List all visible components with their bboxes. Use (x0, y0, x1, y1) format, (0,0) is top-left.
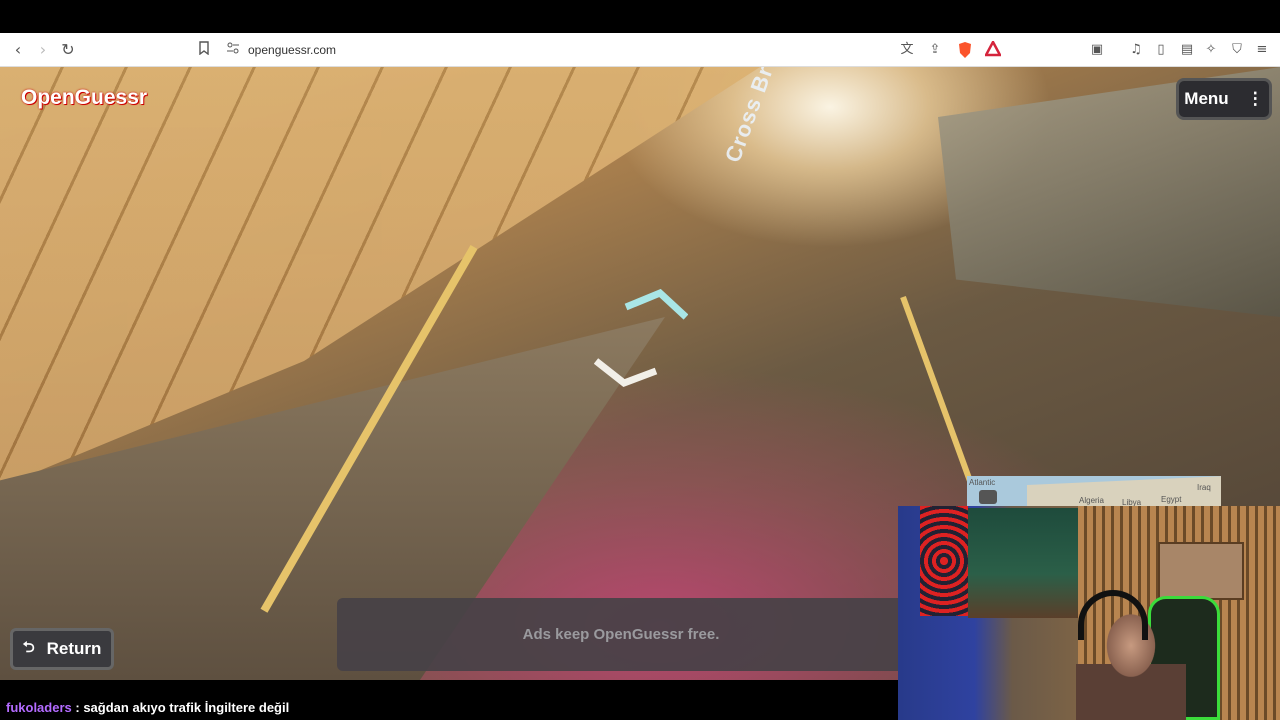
wall-painting (968, 508, 1078, 618)
map-label-iraq: Iraq (1197, 483, 1211, 492)
hamburger-menu-icon[interactable]: ≡ (1253, 41, 1271, 59)
menu-label: Menu (1184, 89, 1229, 108)
brave-rewards-icon[interactable] (983, 39, 1003, 59)
return-arrow-icon: ⮌ (22, 637, 35, 656)
reader-mode-icon[interactable]: ▣ (1088, 41, 1106, 59)
back-icon[interactable]: ‹ (8, 40, 28, 60)
ad-text: Ads keep OpenGuessr free. (522, 626, 720, 643)
leo-ai-icon[interactable]: ✧ (1202, 41, 1220, 59)
url-text[interactable]: openguessr.com (248, 43, 336, 57)
cork-board (1158, 542, 1244, 600)
sidebar-icon[interactable]: ▯ (1152, 41, 1170, 59)
map-label-ocean: Atlantic (969, 478, 996, 487)
map-label-egypt: Egypt (1161, 495, 1182, 504)
translate-icon[interactable]: 文 (898, 41, 916, 59)
browser-toolbar: ‹ › ↻ openguessr.com 文 ⇪ ▣ ♫ ▯ ▤ ✧ ⛉ ≡ (0, 33, 1280, 67)
wall-poster (920, 506, 968, 616)
move-forward-arrow-icon[interactable] (624, 289, 688, 323)
streamer-webcam (898, 506, 1280, 720)
map-label-algeria: Algeria (1079, 496, 1104, 505)
return-button[interactable]: ⮌ Return (10, 628, 114, 670)
vpn-icon[interactable]: ⛉ (1228, 41, 1246, 59)
site-settings-icon[interactable] (226, 41, 240, 60)
chat-message: fukoladers : sağdan akıyo trafik İngilte… (6, 700, 289, 715)
more-vertical-icon: ⋮ (1246, 89, 1264, 108)
map-label-libya: Libya (1122, 498, 1142, 506)
menu-button[interactable]: Menu ⋮ (1176, 78, 1272, 120)
bookmark-icon[interactable] (195, 41, 213, 59)
share-icon[interactable]: ⇪ (926, 41, 944, 59)
move-backward-arrow-icon[interactable] (594, 357, 658, 391)
top-black-bar (0, 0, 1280, 33)
wallet-icon[interactable]: ▤ (1178, 41, 1196, 59)
reload-icon[interactable]: ↻ (58, 40, 78, 60)
openguessr-logo[interactable]: OpenGuessr (21, 86, 147, 110)
address-bar[interactable]: openguessr.com (226, 39, 336, 61)
chat-text: : sağdan akıyo trafik İngiltere değil (75, 700, 290, 715)
ad-banner: Ads keep OpenGuessr free. (337, 598, 905, 671)
brave-shields-icon[interactable] (956, 41, 974, 59)
media-icon[interactable]: ♫ (1127, 41, 1145, 59)
map-settings-icon[interactable] (979, 490, 997, 504)
forward-icon[interactable]: › (33, 40, 53, 60)
guess-minimap[interactable]: Atlantic Algeria Libya Egypt Iraq (967, 476, 1221, 506)
chat-username: fukoladers (6, 700, 72, 715)
return-label: Return (46, 639, 102, 658)
